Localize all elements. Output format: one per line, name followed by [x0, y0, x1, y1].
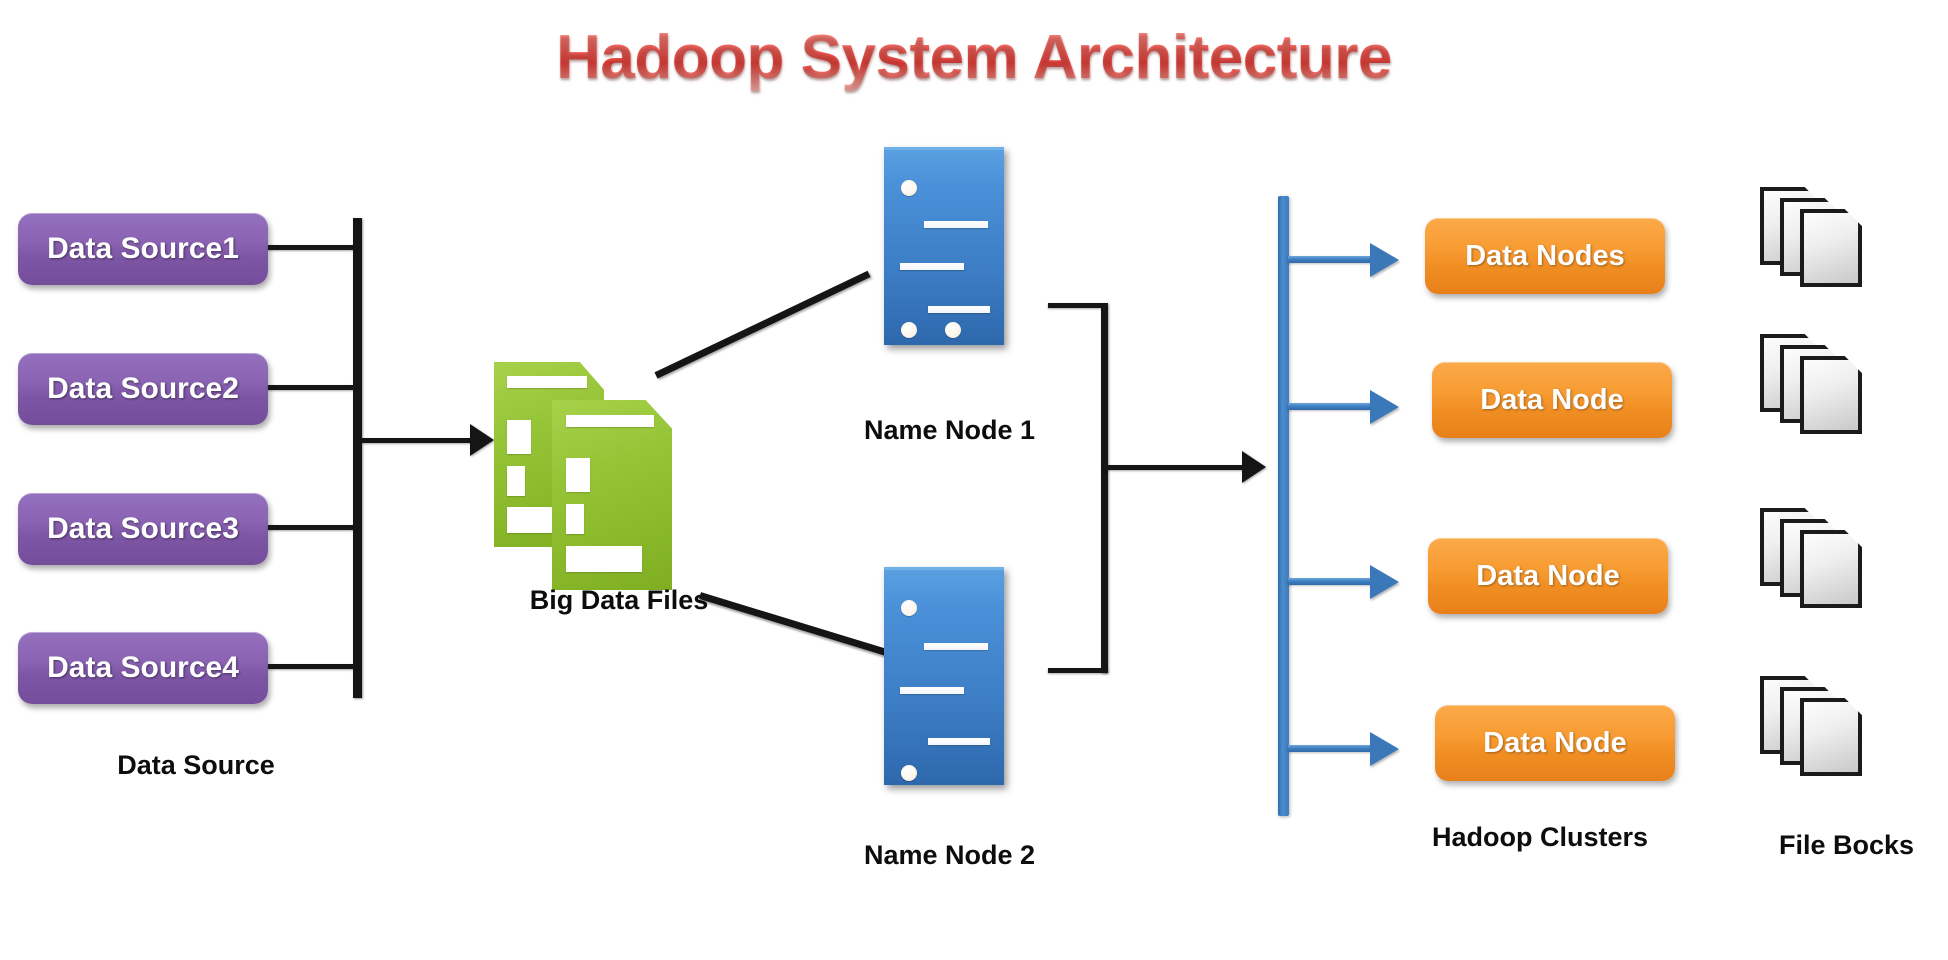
cluster-arrow-head-2 — [1370, 390, 1399, 424]
connector-line-source-4 — [268, 664, 358, 669]
connector-line-source-3 — [268, 525, 358, 530]
data-node-label-2: Data Node — [1480, 383, 1624, 416]
connector-line-source-1 — [268, 245, 358, 250]
data-node-label-4: Data Node — [1483, 726, 1627, 759]
hadoop-clusters-group-label: Hadoop Clusters — [1432, 822, 1649, 852]
bracket-to-cluster-line — [1104, 465, 1244, 470]
data-source-group-label: Data Source — [117, 750, 275, 780]
big-data-files-label: Big Data Files — [529, 585, 709, 615]
data-node-box-2[interactable]: Data Node — [1432, 362, 1672, 438]
cluster-arrow-line-1 — [1288, 256, 1374, 263]
data-node-label-3: Data Node — [1476, 559, 1620, 592]
cluster-arrow-line-4 — [1288, 745, 1374, 752]
cluster-arrow-head-1 — [1370, 243, 1399, 277]
data-node-box-3[interactable]: Data Node — [1428, 538, 1668, 614]
data-source-label-2: Data Source2 — [47, 372, 239, 405]
file-blocks-group-label: File Bocks — [1779, 830, 1915, 860]
bracket-top-stub — [1048, 303, 1106, 308]
name-node-1-server-icon[interactable] — [884, 147, 1004, 345]
connector-files-to-name-node-2 — [698, 592, 914, 664]
diagram-canvas: Hadoop System Architecture Data Source1 … — [0, 0, 1948, 960]
cluster-arrow-head-4 — [1370, 732, 1399, 766]
file-stack-icon-2 — [1760, 334, 1870, 434]
cluster-arrow-head-3 — [1370, 565, 1399, 599]
data-source-bus — [353, 218, 362, 698]
data-source-label-1: Data Source1 — [47, 232, 239, 265]
name-node-2-server-icon[interactable] — [884, 567, 1004, 785]
data-source-label-3: Data Source3 — [47, 512, 239, 545]
data-node-label-1: Data Nodes — [1465, 239, 1625, 272]
green-document-icon-front — [552, 400, 672, 590]
name-node-2-label: Name Node 2 — [864, 840, 1036, 870]
bus-to-files-arrowhead — [470, 424, 494, 456]
file-stack-icon-3 — [1760, 508, 1870, 608]
bus-to-files-line — [362, 438, 472, 443]
name-node-1-label: Name Node 1 — [864, 415, 1036, 445]
data-source-box-1[interactable]: Data Source1 — [18, 213, 268, 285]
bracket-to-cluster-arrowhead — [1242, 451, 1266, 483]
hadoop-cluster-bus — [1278, 196, 1289, 816]
file-stack-icon-4 — [1760, 676, 1870, 776]
bracket-bottom-stub — [1048, 668, 1108, 673]
cluster-arrow-line-2 — [1288, 403, 1374, 410]
data-node-box-1[interactable]: Data Nodes — [1425, 218, 1665, 294]
page-title: Hadoop System Architecture — [0, 22, 1948, 93]
data-node-box-4[interactable]: Data Node — [1435, 705, 1675, 781]
connector-line-source-2 — [268, 385, 358, 390]
data-source-box-3[interactable]: Data Source3 — [18, 493, 268, 565]
data-source-box-4[interactable]: Data Source4 — [18, 632, 268, 704]
bracket-vertical — [1101, 303, 1108, 673]
connector-files-to-name-node-1 — [654, 270, 871, 379]
cluster-arrow-line-3 — [1288, 578, 1374, 585]
data-source-box-2[interactable]: Data Source2 — [18, 353, 268, 425]
file-stack-icon-1 — [1760, 187, 1870, 287]
data-source-label-4: Data Source4 — [47, 651, 239, 684]
